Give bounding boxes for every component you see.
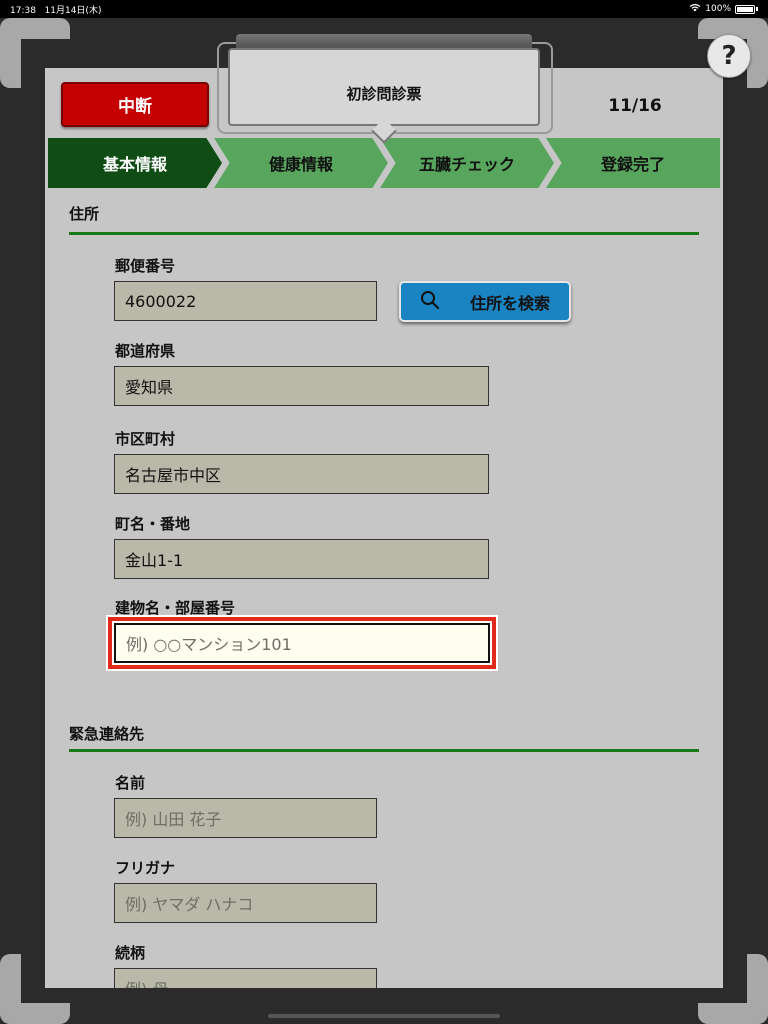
prefecture-field[interactable]: 愛知県 [114,366,489,406]
step-basic-info: 基本情報 [48,138,222,188]
city-field[interactable]: 名古屋市中区 [114,454,489,494]
postal-code-field[interactable]: 4600022 [114,281,377,321]
stop-button[interactable]: 中断 [61,82,209,127]
progress-steps: 基本情報 健康情報 五臓チェック 登録完了 [48,138,720,188]
street-field[interactable]: 金山1-1 [114,539,489,579]
contact-kana-field[interactable]: 例) ヤマダ ハナコ [114,883,377,923]
address-search-label: 住所を検索 [469,293,550,313]
page-counter: 11/16 [608,96,662,116]
relation-clip: 例) 母 [45,968,723,988]
step-registration-complete: 登録完了 [546,138,720,188]
building-label: 建物名・部屋番号 [115,599,236,617]
form-title: 初診問診票 [228,48,540,126]
city-label: 市区町村 [115,430,176,448]
status-time: 17:38 [10,5,36,16]
prefecture-label: 都道府県 [115,342,176,360]
status-bar: 17:38 11月14日(木) 100% [0,0,768,18]
contact-name-label: 名前 [115,774,146,792]
wifi-icon [689,3,701,15]
contact-kana-label: フリガナ [115,859,176,877]
emergency-section-rule [69,749,699,752]
help-button[interactable]: ? [707,34,751,78]
address-search-button[interactable]: 住所を検索 [399,281,571,322]
contact-name-field[interactable]: 例) 山田 花子 [114,798,377,838]
emergency-section-title: 緊急連絡先 [69,725,145,743]
step-five-organs-check: 五臓チェック [380,138,554,188]
status-date: 11月14日(木) [44,5,102,16]
home-indicator[interactable] [268,1014,500,1018]
battery-icon [735,4,755,14]
battery-percent: 100% [705,4,731,14]
building-field[interactable]: 例) ○○マンション101 [108,617,496,669]
step-health-info: 健康情報 [214,138,388,188]
relation-field[interactable]: 例) 母 [114,968,377,988]
battery-tip [756,7,758,11]
postal-code-label: 郵便番号 [115,257,176,275]
street-label: 町名・番地 [115,515,191,533]
relation-label: 続柄 [115,944,146,962]
address-section-rule [69,232,699,235]
address-section-title: 住所 [69,205,100,223]
search-icon [420,290,440,314]
status-left: 17:38 11月14日(木) [10,3,101,16]
status-right: 100% [689,3,758,15]
